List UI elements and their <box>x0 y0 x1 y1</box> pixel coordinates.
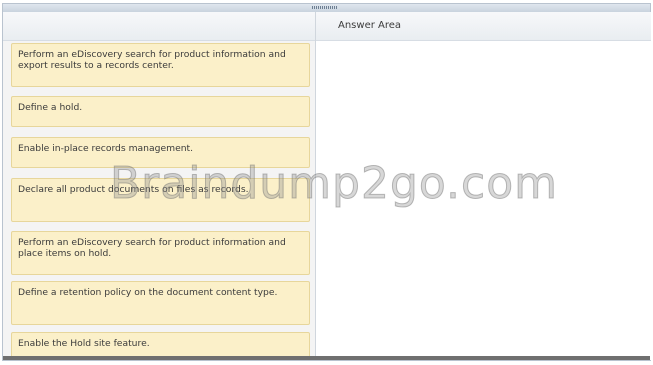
answer-area-pane[interactable]: Answer Area <box>315 12 651 360</box>
answer-area-title: Answer Area <box>316 12 651 41</box>
action-item-label: Declare all product documents on files a… <box>18 184 249 195</box>
action-item-label: Perform an eDiscovery search for product… <box>18 49 286 71</box>
action-item-label: Perform an eDiscovery search for product… <box>18 237 286 259</box>
action-item[interactable]: Define a hold. <box>11 96 310 127</box>
action-item-label: Define a hold. <box>18 102 83 113</box>
bottom-border <box>3 356 650 360</box>
action-item[interactable]: Declare all product documents on files a… <box>11 178 310 222</box>
splitter-grip-icon[interactable] <box>312 6 338 9</box>
actions-pane: Perform an eDiscovery search for product… <box>3 12 315 360</box>
action-item[interactable]: Define a retention policy on the documen… <box>11 281 310 325</box>
actions-pane-header <box>3 12 315 41</box>
action-item-label: Enable in-place records management. <box>18 143 194 154</box>
action-item-label: Enable the Hold site feature. <box>18 338 150 349</box>
action-item[interactable]: Perform an eDiscovery search for product… <box>11 43 310 87</box>
action-item-label: Define a retention policy on the documen… <box>18 287 278 298</box>
action-item[interactable]: Enable in-place records management. <box>11 137 310 168</box>
action-item[interactable]: Perform an eDiscovery search for product… <box>11 231 310 275</box>
drag-drop-question-frame: Perform an eDiscovery search for product… <box>2 3 651 361</box>
